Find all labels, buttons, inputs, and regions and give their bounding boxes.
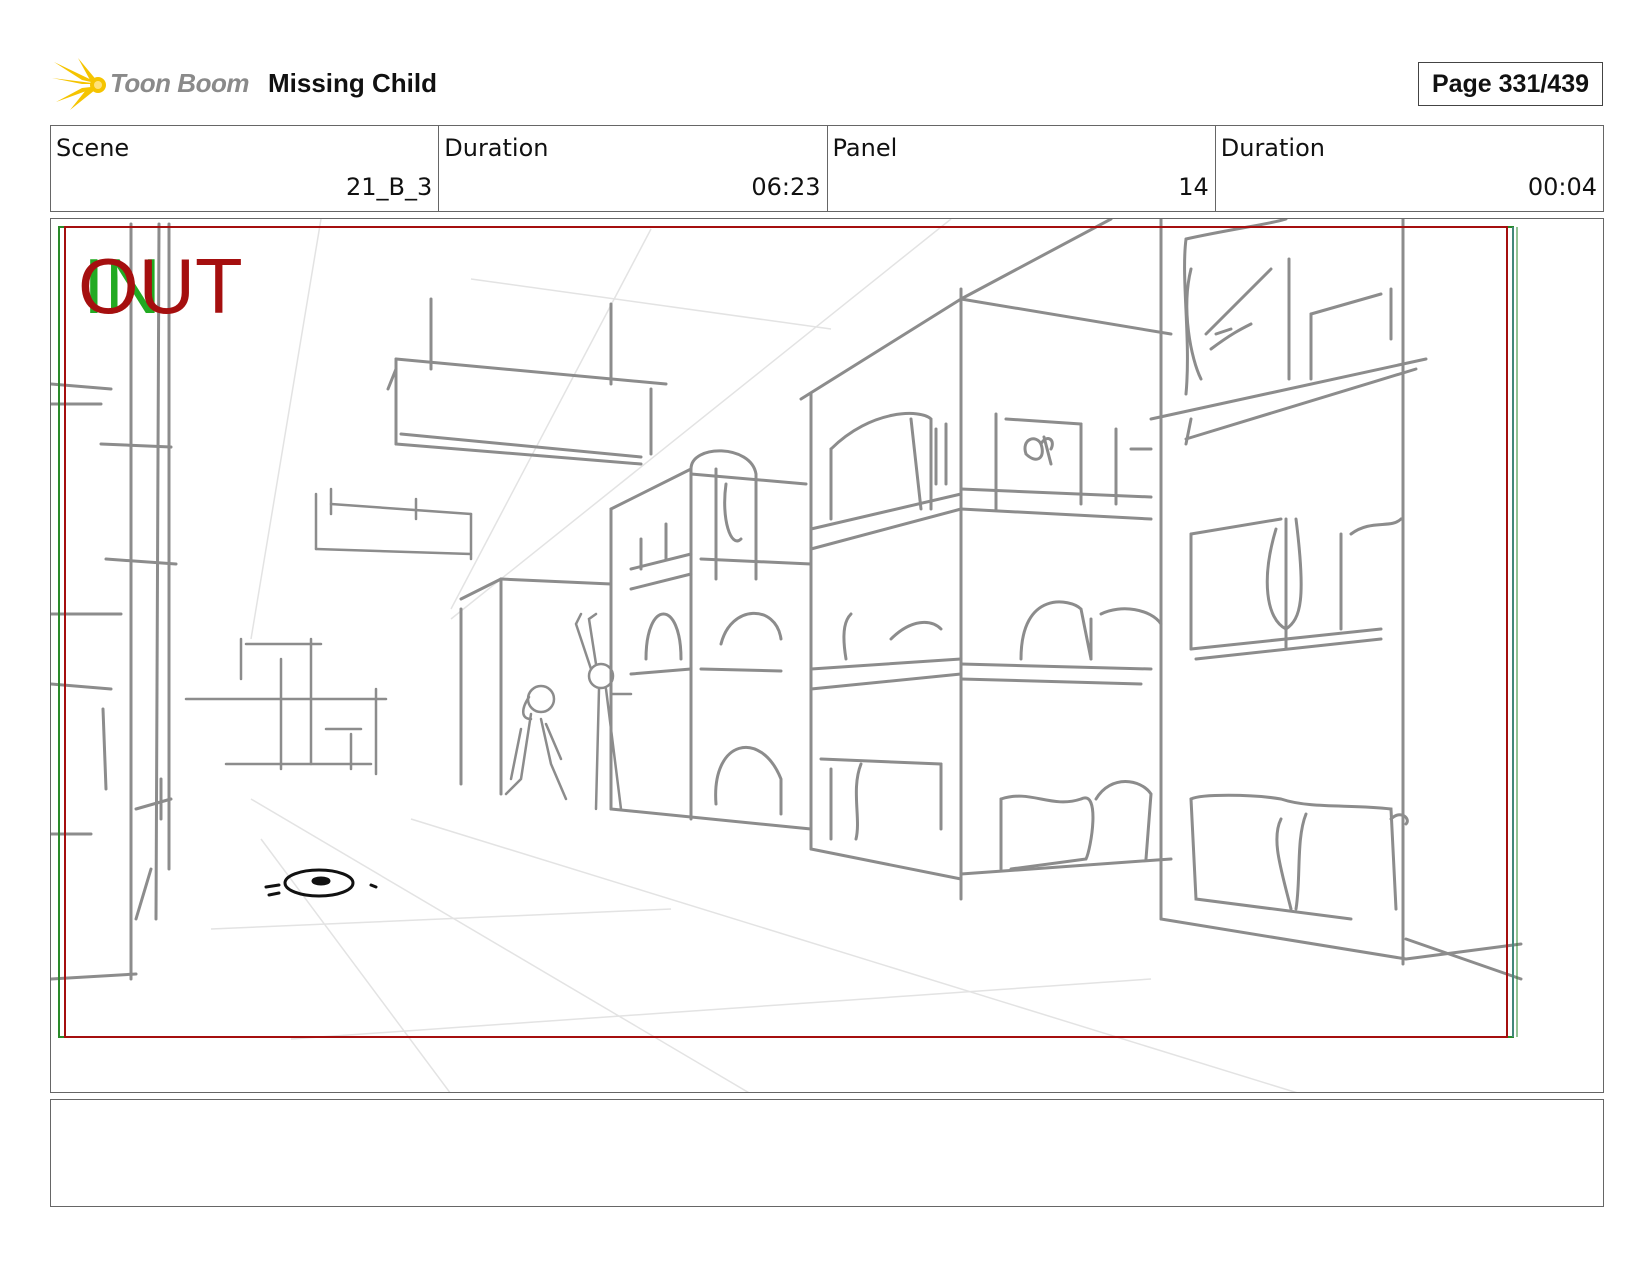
scene-value: 21_B_3 [345, 173, 433, 201]
panel-notes [50, 1099, 1604, 1207]
panel-value: 14 [1178, 173, 1209, 201]
scene-label: Scene [56, 134, 130, 162]
panel-cell: Panel 14 [828, 126, 1216, 211]
project-title: Missing Child [268, 68, 437, 98]
page-number: Page 331/439 [1418, 62, 1603, 106]
panel-label: Panel [832, 134, 898, 162]
panel-duration-cell: Duration 00:04 [1216, 126, 1603, 211]
panel-info-table: Scene 21_B_3 Duration 06:23 Panel 14 Dur… [50, 125, 1604, 212]
scene-duration-label: Duration [444, 134, 549, 162]
in-out-marker: IN OUT [78, 247, 258, 327]
scene-duration-cell: Duration 06:23 [439, 126, 828, 211]
scene-duration-value: 06:23 [751, 173, 821, 201]
logo-wordmark: Toon Boom [110, 68, 249, 98]
storyboard-sketch [51, 219, 1523, 1092]
panel-duration-value: 00:04 [1527, 173, 1597, 201]
panel-duration-label: Duration [1220, 134, 1325, 162]
scene-cell: Scene 21_B_3 [51, 126, 440, 211]
storyboard-panel: IN OUT [50, 218, 1604, 1093]
out-marker: OUT [78, 242, 243, 330]
